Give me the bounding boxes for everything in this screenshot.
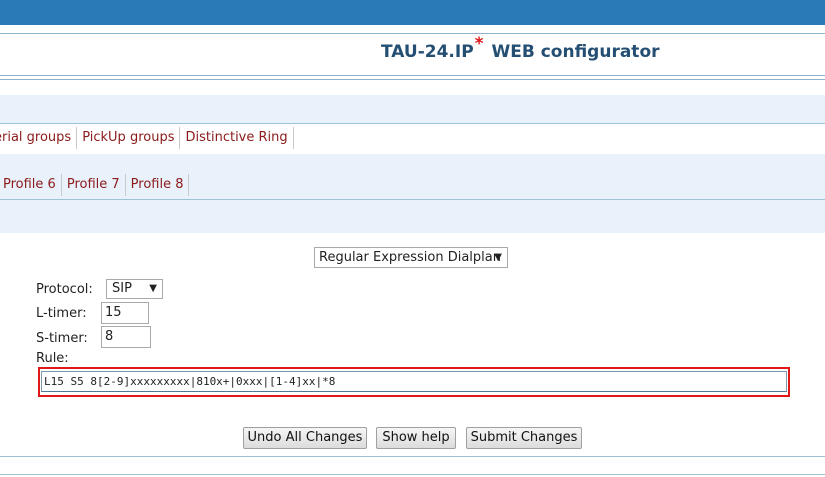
title-mark: * (474, 34, 484, 54)
dialplan-type-value: Regular Expression Dialplan (319, 250, 501, 265)
rule-input[interactable]: L15 S5 8[2-9]xxxxxxxxx|810x+|0xxx|[1-4]x… (41, 371, 787, 392)
nav-band-3 (0, 154, 825, 172)
header-divider-top (0, 33, 825, 34)
tab-profile-7[interactable]: Profile 7 (62, 174, 126, 196)
protocol-select[interactable]: SIP ▼ (106, 279, 163, 299)
protocol-label: Protocol: (36, 282, 93, 297)
chevron-down-icon: ▼ (494, 252, 502, 263)
title-main: TAU-24.IP (381, 42, 474, 62)
page-title: TAU-24.IP* WEB configurator (381, 34, 660, 62)
submit-changes-button[interactable]: Submit Changes (466, 427, 582, 449)
stimer-label: S-timer: (36, 331, 88, 346)
header-divider-2 (0, 79, 825, 80)
tab-pickup-groups[interactable]: PickUp groups (77, 127, 181, 149)
tab-distinctive-ring[interactable]: Distinctive Ring (180, 127, 294, 149)
header-divider-1 (0, 75, 825, 76)
footer-divider-1 (0, 456, 825, 457)
rule-highlight-box: L15 S5 8[2-9]xxxxxxxxx|810x+|0xxx|[1-4]x… (38, 367, 790, 397)
dialplan-type-select[interactable]: Regular Expression Dialplan ▼ (314, 247, 508, 268)
ltimer-input[interactable]: 15 (101, 302, 149, 324)
tab-row-1: erial groups PickUp groups Distinctive R… (0, 127, 294, 149)
protocol-value: SIP (112, 281, 132, 296)
rule-label: Rule: (36, 351, 69, 366)
stimer-input[interactable]: 8 (101, 326, 151, 348)
title-suffix: WEB configurator (491, 42, 660, 62)
subnav-band (0, 200, 825, 233)
tab-profile-6[interactable]: Profile 6 (0, 174, 62, 196)
top-bar (0, 0, 825, 25)
chevron-down-icon: ▼ (149, 283, 157, 294)
ltimer-label: L-timer: (36, 306, 87, 321)
tab-serial-groups[interactable]: erial groups (0, 127, 78, 149)
nav-band-1 (0, 95, 825, 123)
tab-profile-8[interactable]: Profile 8 (126, 174, 190, 196)
tab-row-2: Profile 6 Profile 7 Profile 8 (0, 174, 190, 196)
footer-divider-2 (0, 474, 825, 475)
undo-all-changes-button[interactable]: Undo All Changes (243, 427, 367, 449)
show-help-button[interactable]: Show help (376, 427, 456, 449)
